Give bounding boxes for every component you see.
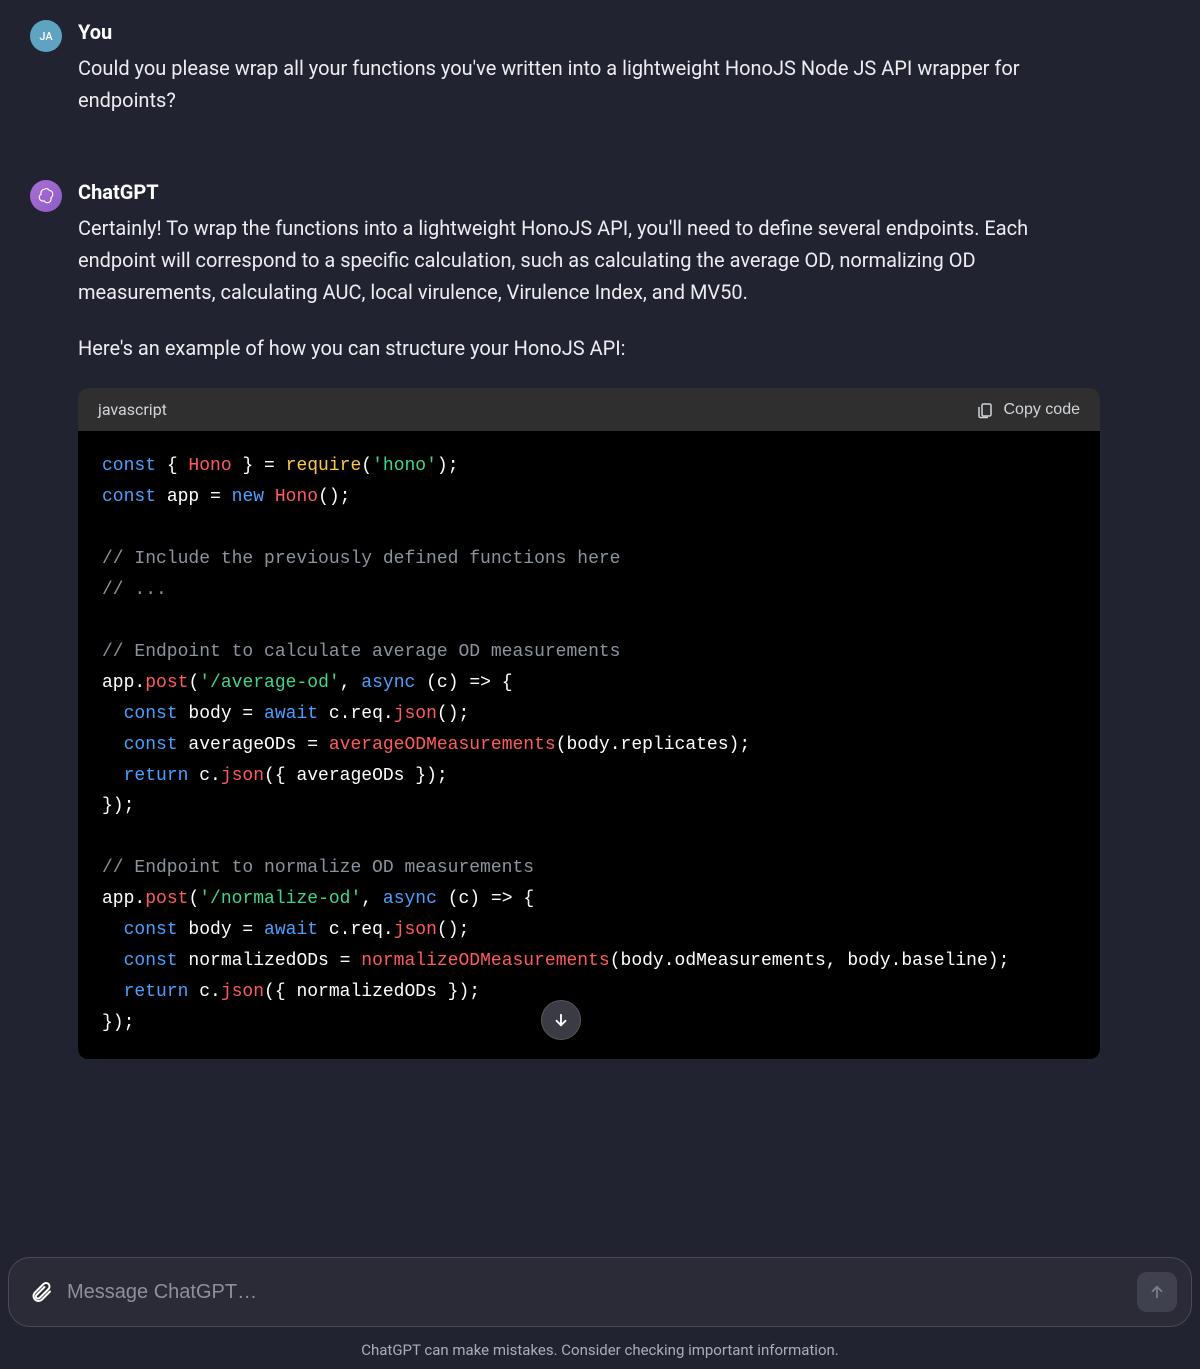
user-message-content: You Could you please wrap all your funct…: [78, 20, 1100, 140]
assistant-message-content: ChatGPT Certainly! To wrap the functions…: [78, 180, 1100, 1059]
disclaimer-text: ChatGPT can make mistakes. Consider chec…: [8, 1341, 1192, 1359]
scroll-to-bottom-button[interactable]: [541, 1000, 581, 1040]
assistant-message: ChatGPT Certainly! To wrap the functions…: [30, 180, 1100, 1059]
user-initials: JA: [39, 30, 52, 43]
user-avatar: JA: [30, 20, 62, 52]
code-content[interactable]: const { Hono } = require('hono'); const …: [78, 431, 1100, 1059]
conversation: JA You Could you please wrap all your fu…: [0, 0, 1200, 1059]
user-message-text: Could you please wrap all your functions…: [78, 52, 1100, 116]
composer-bar: [8, 1257, 1192, 1327]
assistant-para-2: Here's an example of how you can structu…: [78, 332, 1100, 364]
code-block: javascript Copy code const { Hono } = re…: [78, 388, 1100, 1059]
copy-code-label: Copy code: [1004, 401, 1081, 419]
composer: ChatGPT can make mistakes. Consider chec…: [0, 1257, 1200, 1369]
paperclip-icon: [29, 1280, 53, 1304]
code-language: javascript: [98, 400, 167, 419]
clipboard-icon: [976, 401, 994, 419]
arrow-up-icon: [1148, 1283, 1166, 1301]
code-header: javascript Copy code: [78, 388, 1100, 431]
user-message: JA You Could you please wrap all your fu…: [30, 20, 1100, 140]
send-button[interactable]: [1137, 1272, 1177, 1312]
user-sender-name: You: [78, 20, 1100, 44]
arrow-down-icon: [552, 1011, 570, 1029]
copy-code-button[interactable]: Copy code: [976, 401, 1081, 419]
openai-icon: [37, 187, 55, 205]
assistant-avatar: [30, 180, 62, 212]
message-input[interactable]: [67, 1281, 1123, 1304]
assistant-sender-name: ChatGPT: [78, 180, 1100, 204]
assistant-para-1: Certainly! To wrap the functions into a …: [78, 212, 1100, 308]
attach-button[interactable]: [29, 1280, 53, 1304]
